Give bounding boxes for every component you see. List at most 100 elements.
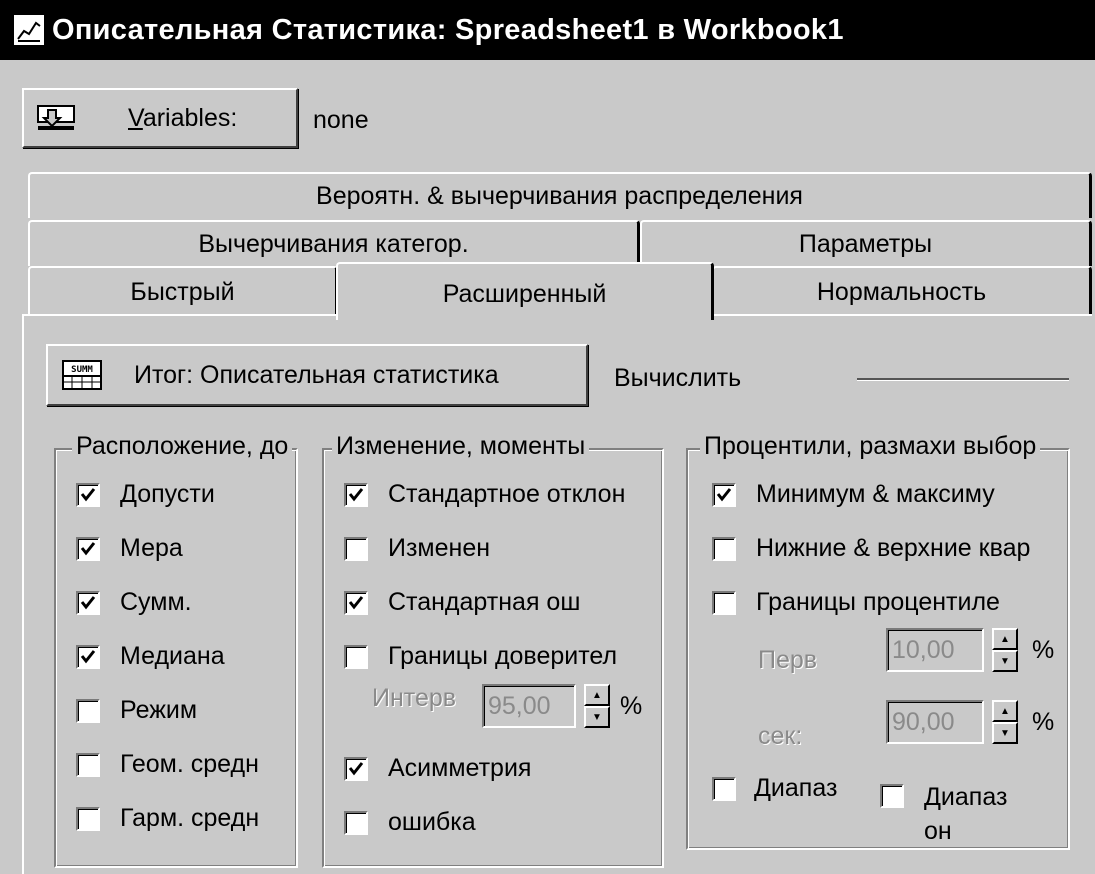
first-percentile-input[interactable]: 10,00 bbox=[886, 628, 984, 672]
checkbox-box[interactable] bbox=[712, 536, 736, 561]
checkbox-label-line2: он bbox=[924, 817, 952, 844]
tab-label: Быстрый bbox=[130, 277, 235, 306]
check-icon bbox=[80, 487, 96, 501]
first-percentile-label: Перв bbox=[758, 646, 818, 674]
tab-label: Вычерчивания категор. bbox=[198, 229, 469, 258]
tab-label: Расширенный bbox=[442, 279, 607, 308]
checkbox-box[interactable] bbox=[344, 482, 368, 507]
second-percentile-input[interactable]: 90,00 bbox=[886, 700, 984, 744]
checkbox-skewness-error[interactable]: ошибка bbox=[344, 808, 476, 837]
checkbox-label: Гарм. средн bbox=[120, 804, 260, 832]
title-bar[interactable]: Описательная Статистика: Spreadsheet1 в … bbox=[0, 0, 1095, 60]
checkbox-box[interactable] bbox=[344, 810, 368, 835]
second-percentile-label: сек: bbox=[758, 722, 803, 750]
checkbox-geometric-mean[interactable]: Геом. средн bbox=[76, 750, 259, 779]
checkbox-box[interactable] bbox=[76, 806, 100, 831]
checkbox-label: Границы доверител bbox=[388, 642, 618, 670]
checkbox-box[interactable] bbox=[712, 482, 736, 507]
checkbox-box[interactable] bbox=[76, 752, 100, 777]
spin-down-icon[interactable]: ▼ bbox=[584, 706, 610, 728]
checkbox-label: Медиана bbox=[120, 642, 225, 670]
spin-up-icon[interactable]: ▲ bbox=[992, 628, 1018, 650]
variables-button[interactable]: Variables: bbox=[22, 88, 298, 148]
check-icon bbox=[80, 595, 96, 609]
checkbox-std-dev[interactable]: Стандартное отклон bbox=[344, 480, 625, 509]
checkbox-label: Изменен bbox=[388, 534, 491, 562]
check-icon bbox=[348, 487, 364, 501]
interval-unit: % bbox=[620, 692, 643, 720]
variation-group-title: Изменение, моменты bbox=[332, 432, 590, 461]
checkbox-mode[interactable]: Режим bbox=[76, 696, 197, 725]
checkbox-min-max[interactable]: Минимум & максиму bbox=[712, 480, 995, 509]
checkbox-box[interactable] bbox=[76, 482, 100, 507]
tab-distribution-plots[interactable]: Вероятн. & вычерчивания распределения bbox=[28, 172, 1092, 218]
checkbox-range[interactable]: Диапаз bbox=[712, 774, 837, 803]
spin-up-icon[interactable]: ▲ bbox=[584, 684, 610, 706]
percentiles-group-title: Процентили, размахи выбор bbox=[700, 432, 1041, 461]
percentiles-list: Минимум & максиму Нижние & верхние квар … bbox=[702, 470, 1062, 844]
checkbox-box[interactable] bbox=[76, 590, 100, 615]
location-list: Допусти Мера Сумм. Медиана Режим Геом. с… bbox=[70, 470, 292, 860]
calculate-line bbox=[857, 378, 1069, 381]
checkbox-percentile-limits[interactable]: Границы процентиле bbox=[712, 588, 1000, 617]
interval-input[interactable]: 95,00 bbox=[482, 684, 576, 728]
interval-spinner[interactable]: ▲ ▼ bbox=[584, 684, 610, 728]
checkbox-box[interactable] bbox=[344, 756, 368, 781]
check-icon bbox=[716, 487, 732, 501]
window-title: Описательная Статистика: Spreadsheet1 в … bbox=[52, 13, 844, 46]
checkbox-valid-n[interactable]: Допусти bbox=[76, 480, 215, 509]
checkbox-std-error[interactable]: Стандартная ош bbox=[344, 588, 580, 617]
checkbox-harmonic-mean[interactable]: Гарм. средн bbox=[76, 804, 259, 833]
first-percentile-unit: % bbox=[1032, 636, 1055, 664]
checkbox-label: Сумм. bbox=[120, 588, 192, 616]
tab-label: Параметры bbox=[798, 229, 933, 258]
checkbox-label: Минимум & максиму bbox=[756, 480, 995, 508]
checkbox-box[interactable] bbox=[880, 784, 904, 808]
checkbox-box[interactable] bbox=[76, 644, 100, 669]
checkbox-box[interactable] bbox=[344, 590, 368, 615]
spin-down-icon[interactable]: ▼ bbox=[992, 722, 1018, 744]
checkbox-mean[interactable]: Мера bbox=[76, 534, 183, 563]
checkbox-variance[interactable]: Изменен bbox=[344, 534, 490, 563]
checkbox-median[interactable]: Медиана bbox=[76, 642, 225, 671]
checkbox-label: Асимметрия bbox=[388, 754, 532, 782]
checkbox-label: Геом. средн bbox=[120, 750, 259, 778]
variables-label: ariables: bbox=[142, 103, 238, 132]
checkbox-skewness[interactable]: Асимметрия bbox=[344, 754, 531, 783]
summary-button[interactable]: SUMM Итог: Описательная статистика bbox=[46, 344, 588, 406]
variation-list: Стандартное отклон Изменен Стандартная о… bbox=[338, 470, 654, 860]
tab-label: Нормальность bbox=[816, 277, 987, 306]
spin-up-icon[interactable]: ▲ bbox=[992, 700, 1018, 722]
checkbox-box[interactable] bbox=[344, 536, 368, 561]
check-icon bbox=[80, 649, 96, 663]
checkbox-range-2[interactable]: Диапаз он bbox=[880, 780, 1007, 844]
location-group-title: Расположение, до bbox=[72, 432, 293, 461]
checkbox-box[interactable] bbox=[76, 698, 100, 723]
checkbox-label: Допусти bbox=[120, 480, 215, 508]
checkbox-sum[interactable]: Сумм. bbox=[76, 588, 192, 617]
checkbox-quartiles[interactable]: Нижние & верхние квар bbox=[712, 534, 1030, 563]
tab-normality[interactable]: Нормальность bbox=[712, 266, 1092, 316]
checkbox-box[interactable] bbox=[344, 644, 368, 669]
checkbox-label: Нижние & верхние квар bbox=[756, 534, 1031, 562]
checkbox-label: Мера bbox=[120, 534, 183, 562]
checkbox-confidence-limits[interactable]: Границы доверител bbox=[344, 642, 617, 671]
tab-advanced[interactable]: Расширенный bbox=[336, 262, 714, 320]
svg-text:SUMM: SUMM bbox=[71, 365, 93, 375]
summary-label: Итог: Описательная статистика bbox=[134, 360, 499, 389]
checkbox-label: Диапаз bbox=[754, 774, 838, 802]
check-icon bbox=[348, 761, 364, 775]
tab-options[interactable]: Параметры bbox=[640, 220, 1092, 266]
variables-accesskey: V bbox=[128, 103, 143, 132]
tab-category-plots[interactable]: Вычерчивания категор. bbox=[28, 220, 640, 266]
second-percentile-spinner[interactable]: ▲ ▼ bbox=[992, 700, 1018, 744]
checkbox-box[interactable] bbox=[76, 536, 100, 561]
checkbox-box[interactable] bbox=[712, 776, 736, 801]
calculate-label: Вычислить bbox=[614, 364, 742, 392]
checkbox-label: Стандартная ош bbox=[388, 588, 581, 616]
spin-down-icon[interactable]: ▼ bbox=[992, 650, 1018, 672]
checkbox-box[interactable] bbox=[712, 590, 736, 615]
tab-quick[interactable]: Быстрый bbox=[28, 266, 338, 316]
interval-label: Интерв bbox=[372, 684, 457, 712]
first-percentile-spinner[interactable]: ▲ ▼ bbox=[992, 628, 1018, 672]
